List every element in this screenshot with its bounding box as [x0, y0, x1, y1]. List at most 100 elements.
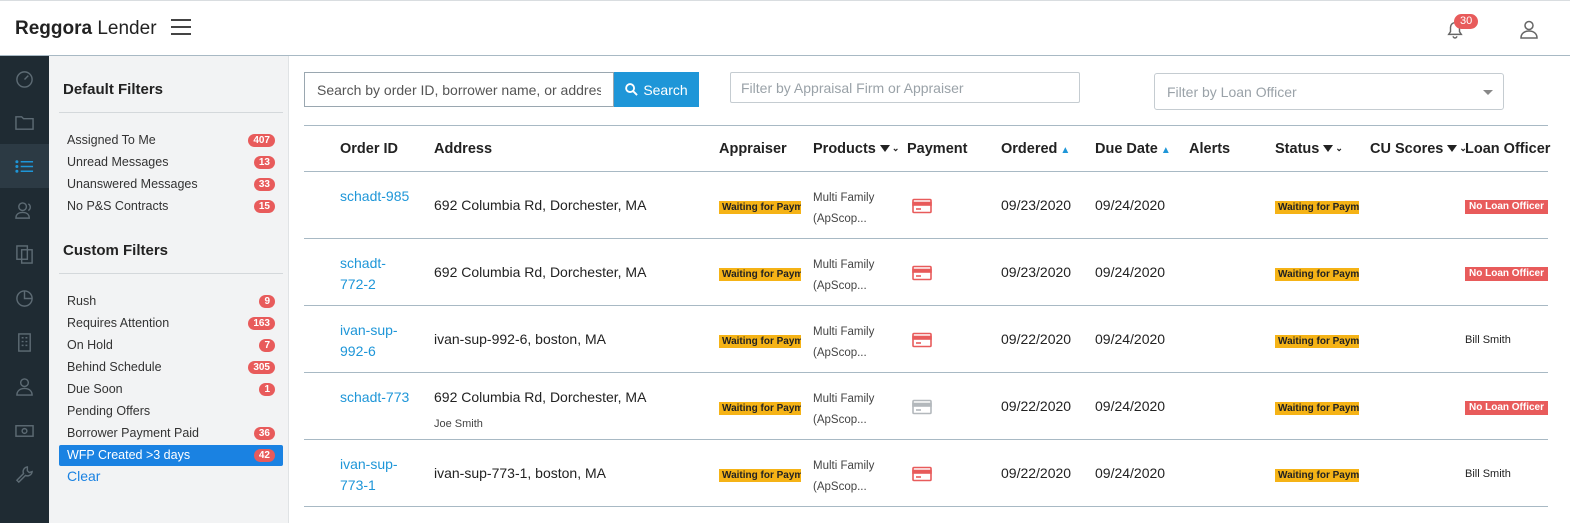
order-id-link[interactable]: schadt-985: [340, 186, 410, 207]
appraiser-status-badge: Waiting for Payment: [719, 335, 801, 348]
filter-borrower-payment-paid[interactable]: Borrower Payment Paid 36: [59, 423, 283, 444]
wrench-icon[interactable]: [0, 452, 49, 496]
ordered-date: 09/23/2020: [1001, 197, 1072, 213]
filter-requires-attention[interactable]: Requires Attention 163: [59, 313, 283, 334]
custom-filters-heading: Custom Filters: [63, 242, 169, 259]
filter-behind-schedule[interactable]: Behind Schedule 305: [59, 357, 283, 378]
due-date: 09/24/2020: [1095, 264, 1166, 280]
filter-count-badge: 36: [253, 427, 275, 440]
loan-officer-filter-select[interactable]: Filter by Loan Officer: [1154, 73, 1504, 110]
filter-unread-messages[interactable]: Unread Messages 13: [59, 152, 283, 173]
address-text: 692 Columbia Rd, Dorchester, MA: [434, 389, 647, 405]
col-order-id[interactable]: Order ID: [340, 141, 398, 157]
col-loan-officer[interactable]: Loan Officer: [1465, 141, 1550, 157]
status-badge: Waiting for Payment: [1275, 402, 1359, 415]
loan-officer-badge: No Loan Officer: [1465, 401, 1549, 415]
money-icon[interactable]: [0, 408, 49, 452]
sort-icon[interactable]: ▲︎: [1060, 145, 1070, 156]
icon-sidebar: [0, 56, 49, 523]
table-row[interactable]: schadt-772-2 692 Columbia Rd, Dorchester…: [304, 239, 1549, 306]
appraiser-status-badge: Waiting for Payment: [719, 268, 801, 281]
filter-count-badge: 7: [259, 339, 275, 352]
folder-icon[interactable]: [0, 100, 49, 144]
col-status[interactable]: Status ⌄: [1275, 141, 1343, 157]
user-icon[interactable]: [0, 364, 49, 408]
col-products[interactable]: Products ⌄: [813, 141, 899, 157]
clear-filters-link[interactable]: Clear: [67, 468, 100, 484]
appraiser-status-badge: Waiting for Payment: [719, 469, 801, 482]
credit-card-icon[interactable]: [912, 466, 932, 482]
loan-officer-name: Bill Smith: [1465, 334, 1511, 346]
filter-count-badge: 407: [248, 134, 275, 147]
filter-count-badge: 305: [248, 361, 275, 374]
credit-card-icon[interactable]: [912, 332, 932, 348]
col-alerts[interactable]: Alerts: [1189, 141, 1230, 157]
col-ordered[interactable]: Ordered ▲︎: [1001, 141, 1070, 157]
appraisal-firm-filter-input[interactable]: [730, 72, 1080, 103]
col-payment[interactable]: Payment: [907, 141, 967, 157]
documents-icon[interactable]: [0, 232, 49, 276]
list-icon[interactable]: [0, 144, 49, 188]
loan-officer-badge: No Loan Officer: [1465, 200, 1549, 214]
filter-icon[interactable]: [879, 145, 890, 152]
ordered-date: 09/22/2020: [1001, 331, 1072, 347]
borrower-name: Joe Smith: [434, 418, 483, 430]
address-text: 692 Columbia Rd, Dorchester, MA: [434, 264, 647, 280]
product-text: Multi Family (ApScop...: [813, 259, 875, 292]
default-filters-heading: Default Filters: [63, 81, 164, 98]
pie-chart-icon[interactable]: [0, 276, 49, 320]
chevron-down-icon: [1483, 90, 1493, 95]
table-row[interactable]: schadt-985 692 Columbia Rd, Dorchester, …: [304, 172, 1549, 239]
order-id-link[interactable]: schadt-773: [340, 387, 410, 408]
product-text: Multi Family (ApScop...: [813, 393, 875, 426]
filter-assigned-to-me[interactable]: Assigned To Me 407: [59, 130, 283, 151]
col-address[interactable]: Address: [434, 141, 492, 157]
dashboard-icon[interactable]: [0, 56, 49, 100]
col-cu-scores[interactable]: CU Scores ⌄: [1370, 141, 1467, 157]
filter-icon[interactable]: [1447, 145, 1458, 152]
filter-count-badge: 33: [253, 178, 275, 191]
order-id-link[interactable]: ivan-sup-773-1: [340, 454, 410, 496]
filter-rush[interactable]: Rush 9: [59, 291, 283, 312]
search-icon: [625, 83, 639, 96]
search-input[interactable]: [304, 72, 614, 107]
building-icon[interactable]: [0, 320, 49, 364]
table-row[interactable]: ivan-sup-773-1 ivan-sup-773-1, boston, M…: [304, 440, 1548, 507]
credit-card-icon[interactable]: [912, 265, 932, 281]
filter-wfp-created[interactable]: WFP Created >3 days 42: [59, 445, 283, 466]
due-date: 09/24/2020: [1095, 197, 1166, 213]
credit-card-icon[interactable]: [912, 399, 932, 415]
due-date: 09/24/2020: [1095, 398, 1166, 414]
due-date: 09/24/2020: [1095, 331, 1166, 347]
table-header: Order ID Address Appraiser Products ⌄ Pay…: [304, 126, 1550, 172]
col-appraiser[interactable]: Appraiser: [719, 141, 787, 157]
order-id-link[interactable]: ivan-sup-992-6: [340, 320, 410, 362]
order-id-link[interactable]: schadt-772-2: [340, 253, 410, 295]
filter-count-badge: 1: [259, 383, 275, 396]
filter-icon[interactable]: [1323, 145, 1334, 152]
brand-logo[interactable]: Reggora Lender: [15, 18, 157, 40]
status-badge: Waiting for Payment: [1275, 201, 1359, 214]
credit-card-icon[interactable]: [912, 198, 932, 214]
table-row[interactable]: ivan-sup-992-6 ivan-sup-992-6, boston, M…: [304, 306, 1548, 373]
table-row[interactable]: schadt-773 692 Columbia Rd, Dorchester, …: [304, 373, 1549, 440]
filter-pending-offers[interactable]: Pending Offers: [59, 401, 283, 422]
product-text: Multi Family (ApScop...: [813, 192, 875, 225]
address-text: ivan-sup-992-6, boston, MA: [434, 331, 606, 347]
ordered-date: 09/22/2020: [1001, 465, 1072, 481]
search-button[interactable]: Search: [614, 72, 699, 107]
users-icon[interactable]: [0, 188, 49, 232]
filter-on-hold[interactable]: On Hold 7: [59, 335, 283, 356]
user-account-icon[interactable]: [1519, 19, 1539, 39]
filter-no-ps-contracts[interactable]: No P&S Contracts 15: [59, 196, 283, 217]
chevron-down-icon: ⌄: [1335, 143, 1343, 153]
col-due-date[interactable]: Due Date ▲︎: [1095, 141, 1171, 157]
filter-due-soon[interactable]: Due Soon 1: [59, 379, 283, 400]
address-text: 692 Columbia Rd, Dorchester, MA: [434, 197, 647, 213]
product-text: Multi Family (ApScop...: [813, 460, 875, 493]
hamburger-menu-icon[interactable]: [171, 19, 191, 37]
notification-count-badge: 30: [1454, 14, 1479, 29]
chevron-down-icon: ⌄: [891, 143, 900, 153]
sort-icon[interactable]: ▲︎: [1161, 145, 1171, 156]
filter-unanswered-messages[interactable]: Unanswered Messages 33: [59, 174, 283, 195]
